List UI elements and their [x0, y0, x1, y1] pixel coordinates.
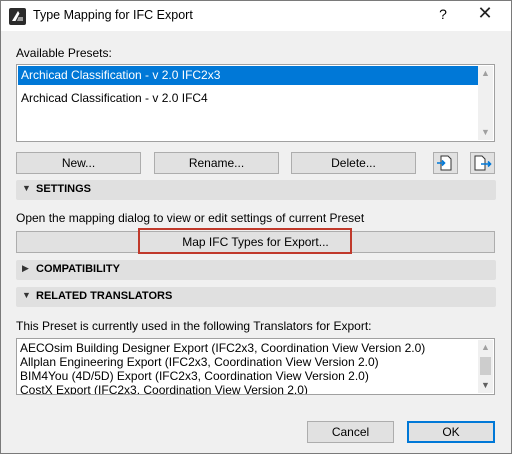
- cancel-button[interactable]: Cancel: [307, 421, 394, 443]
- settings-section-header[interactable]: ▼ SETTINGS: [16, 180, 496, 200]
- rename-preset-button[interactable]: Rename...: [154, 152, 279, 174]
- translators-scrollbar[interactable]: ▲ ▼: [478, 340, 493, 393]
- scroll-down-icon[interactable]: ▼: [478, 125, 493, 140]
- preset-item-ifc4[interactable]: Archicad Classification - v 2.0 IFC4: [18, 89, 208, 108]
- window-title: Type Mapping for IFC Export: [33, 8, 193, 22]
- map-ifc-types-label: Map IFC Types for Export...: [182, 235, 329, 249]
- archicad-app-icon: [9, 8, 26, 25]
- export-icon: [474, 155, 492, 171]
- import-preset-button[interactable]: [433, 152, 458, 174]
- presets-scrollbar[interactable]: ▲ ▼: [478, 66, 493, 140]
- import-icon: [437, 155, 452, 171]
- translators-section-header[interactable]: ▼ RELATED TRANSLATORS: [16, 287, 496, 307]
- export-preset-button[interactable]: [470, 152, 495, 174]
- translator-item: AECOsim Building Designer Export (IFC2x3…: [20, 341, 426, 355]
- scroll-up-icon[interactable]: ▲: [478, 66, 493, 81]
- delete-preset-button[interactable]: Delete...: [291, 152, 416, 174]
- scroll-thumb[interactable]: [480, 357, 491, 375]
- settings-description: Open the mapping dialog to view or edit …: [16, 211, 365, 225]
- collapsed-triangle-icon: ▶: [22, 263, 29, 273]
- expanded-triangle-icon: ▼: [22, 290, 31, 300]
- translator-item: CostX Export (IFC2x3, Coordination View …: [20, 383, 308, 395]
- translators-section-title: RELATED TRANSLATORS: [36, 290, 173, 302]
- scroll-up-icon[interactable]: ▲: [478, 340, 493, 355]
- help-button[interactable]: ?: [433, 6, 453, 22]
- translator-item: Allplan Engineering Export (IFC2x3, Coor…: [20, 355, 379, 369]
- ok-button[interactable]: OK: [407, 421, 495, 443]
- map-ifc-types-button[interactable]: Map IFC Types for Export...: [16, 231, 495, 253]
- translators-description: This Preset is currently used in the fol…: [16, 319, 372, 333]
- title-bar: Type Mapping for IFC Export ? ✕: [0, 0, 512, 32]
- settings-section-title: SETTINGS: [36, 183, 92, 195]
- translators-list[interactable]: AECOsim Building Designer Export (IFC2x3…: [16, 338, 495, 395]
- close-button[interactable]: ✕: [473, 3, 497, 24]
- translator-item: BIM4You (4D/5D) Export (IFC2x3, Coordina…: [20, 369, 369, 383]
- presets-listbox[interactable]: Archicad Classification - v 2.0 IFC2x3 A…: [16, 64, 495, 142]
- compatibility-section-title: COMPATIBILITY: [36, 263, 120, 275]
- compatibility-section-header[interactable]: ▶ COMPATIBILITY: [16, 260, 496, 280]
- expanded-triangle-icon: ▼: [22, 183, 31, 193]
- scroll-down-icon[interactable]: ▼: [478, 378, 493, 393]
- new-preset-button[interactable]: New...: [16, 152, 141, 174]
- preset-item-ifc2x3[interactable]: Archicad Classification - v 2.0 IFC2x3: [18, 66, 479, 85]
- presets-label: Available Presets:: [16, 46, 112, 60]
